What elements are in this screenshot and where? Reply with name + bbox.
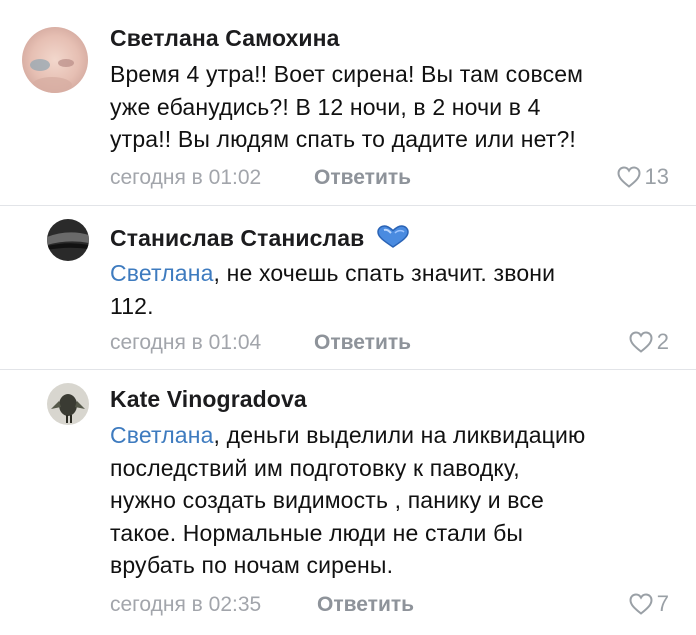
comment-text-rest: , деньги выделили на ликвидацию [213,422,586,448]
comment-author-name: Станислав Станислав [110,225,365,251]
like-count: 2 [656,329,669,354]
avatar[interactable] [22,27,88,93]
comment-text-line: последствий им подготовку к паводку, [110,454,520,481]
comment-text: Время 4 утра!! Воет сирена! Вы там совсе… [110,58,583,156]
comment-item: Kate Vinogradova Светлана, деньги выдели… [0,370,696,635]
comment-timestamp: сегодня в 01:04 [110,331,262,354]
comment-text-line: Светлана, не хочешь спать значит. звони [110,257,555,290]
reply-button[interactable]: Ответить [314,166,411,190]
avatar-image [47,383,89,425]
avatar-image [22,27,88,93]
like-button[interactable]: 2 [628,329,669,355]
heart-outline-icon [629,331,653,353]
like-button[interactable]: 7 [628,591,669,617]
comment-author[interactable]: Светлана Самохина [110,25,340,52]
blue-heart-sticker-icon [377,225,409,248]
reply-button[interactable]: Ответить [314,331,411,355]
comment-text-rest: , не хочешь спать значит. звони [213,260,556,286]
like-count: 7 [656,591,669,616]
comment-item: Светлана Самохина Время 4 утра!! Воет си… [0,0,696,205]
comment-text: Светлана, деньги выделили на ликвидацию … [110,419,585,582]
heart-outline-icon [617,166,641,188]
avatar-image [47,219,89,261]
comment-text-line: такое. Нормальные люди не стали бы [110,519,524,546]
comment-text-line: Время 4 утра!! Воет сирена! Вы там совсе… [110,61,584,87]
comment-text-line: врубать по ночам сирены. [110,552,394,578]
mention-link[interactable]: Светлана [110,422,214,448]
comment-author[interactable]: Kate Vinogradova [110,386,307,413]
comment-item: Станислав Станислав Светлана, не хочешь … [0,206,696,369]
avatar[interactable] [47,383,89,425]
comment-timestamp: сегодня в 02:35 [110,593,262,616]
mention-link[interactable]: Светлана [110,260,214,286]
comment-text: Светлана, не хочешь спать значит. звони … [110,257,555,322]
like-button[interactable]: 13 [616,164,669,190]
comment-text-line: уже ебанудись?! В 12 ночи, в 2 ночи в 4 [110,93,541,120]
heart-outline-icon [629,593,653,615]
comment-text-line: Светлана, деньги выделили на ликвидацию [110,419,585,452]
comment-author[interactable]: Станислав Станислав [110,224,411,252]
comment-text-line: 112. [110,292,154,319]
comment-text-line: нужно создать видимость , панику и все [110,487,544,513]
avatar[interactable] [47,219,89,261]
comment-timestamp: сегодня в 01:02 [110,166,262,189]
like-count: 13 [644,164,669,189]
reply-button[interactable]: Ответить [317,593,414,617]
comment-text-line: утра!! Вы людям спать то дадите или нет?… [110,126,576,152]
